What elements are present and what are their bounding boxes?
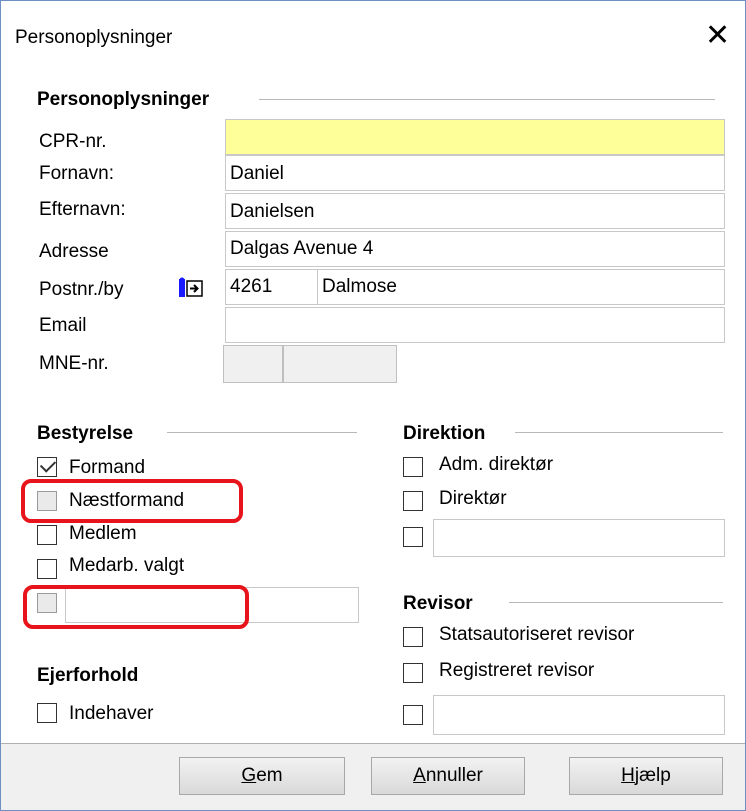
address-lookup-icon[interactable] bbox=[179, 277, 203, 299]
direktion-section-title: Direktion bbox=[403, 423, 492, 445]
window-title: Personoplysninger bbox=[15, 27, 173, 48]
fornavn-input[interactable]: Daniel bbox=[225, 155, 725, 191]
bestyrelse-section-title: Bestyrelse bbox=[37, 423, 140, 445]
adresse-input[interactable]: Dalgas Avenue 4 bbox=[225, 231, 725, 267]
save-label-rest: em bbox=[256, 765, 283, 786]
efternavn-label: Efternavn: bbox=[39, 199, 126, 220]
statsautoriseret-revisor-checkbox[interactable] bbox=[403, 627, 423, 647]
bestyrelse-group-rule bbox=[167, 432, 357, 433]
help-button[interactable]: Hjælp bbox=[569, 757, 723, 795]
person-group-rule bbox=[259, 99, 715, 100]
title-bar: Personoplysninger ✕ bbox=[1, 1, 745, 81]
revisor-section-title: Revisor bbox=[403, 593, 479, 615]
bestyrelse-other-highlight bbox=[23, 585, 249, 629]
medarb-valgt-label: Medarb. valgt bbox=[69, 555, 185, 576]
medlem-label: Medlem bbox=[69, 523, 137, 544]
direktion-other-input[interactable] bbox=[433, 519, 725, 557]
indehaver-checkbox[interactable] bbox=[37, 703, 57, 723]
cancel-label-rest: nnuller bbox=[425, 765, 483, 786]
person-section-title: Personoplysninger bbox=[37, 89, 216, 111]
naestformand-highlight bbox=[21, 479, 243, 523]
revisor-other-checkbox[interactable] bbox=[403, 705, 423, 725]
cpr-input[interactable] bbox=[225, 119, 725, 155]
personoplysninger-dialog: Personoplysninger ✕ Personoplysninger CP… bbox=[0, 0, 746, 811]
registreret-revisor-label: Registreret revisor bbox=[439, 660, 595, 681]
help-mnemonic: H bbox=[621, 765, 635, 786]
save-button[interactable]: Gem bbox=[179, 757, 345, 795]
statsautoriseret-revisor-label: Statsautoriseret revisor bbox=[439, 624, 635, 645]
postnr-label: Postnr./by bbox=[39, 279, 124, 300]
direktoer-checkbox[interactable] bbox=[403, 491, 423, 511]
mne-input-2 bbox=[283, 345, 397, 383]
fornavn-label: Fornavn: bbox=[39, 163, 114, 184]
revisor-group-rule bbox=[509, 602, 723, 603]
close-icon[interactable]: ✕ bbox=[705, 21, 730, 51]
cancel-mnemonic: A bbox=[413, 765, 426, 786]
formand-checkbox[interactable] bbox=[37, 456, 57, 477]
efternavn-input[interactable]: Danielsen bbox=[225, 193, 725, 229]
medlem-checkbox[interactable] bbox=[37, 525, 57, 545]
email-input[interactable] bbox=[225, 307, 725, 343]
medarb-valgt-checkbox[interactable] bbox=[37, 559, 57, 579]
cpr-label: CPR-nr. bbox=[39, 131, 107, 152]
cancel-button[interactable]: Annuller bbox=[371, 757, 525, 795]
adm-direktoer-label: Adm. direktør bbox=[439, 454, 554, 475]
mne-label: MNE-nr. bbox=[39, 353, 109, 374]
ejerforhold-section-title: Ejerforhold bbox=[37, 665, 139, 687]
adresse-label: Adresse bbox=[39, 241, 109, 262]
direktion-other-checkbox[interactable] bbox=[403, 527, 423, 547]
revisor-other-input[interactable] bbox=[433, 695, 725, 735]
direktoer-label: Direktør bbox=[439, 488, 507, 509]
mne-input-1 bbox=[223, 345, 283, 383]
postnr-input[interactable]: 4261 bbox=[225, 269, 319, 305]
formand-label: Formand bbox=[69, 457, 146, 478]
adm-direktoer-checkbox[interactable] bbox=[403, 457, 423, 477]
indehaver-label: Indehaver bbox=[69, 703, 154, 724]
direktion-group-rule bbox=[515, 432, 723, 433]
save-mnemonic: G bbox=[241, 765, 257, 786]
registreret-revisor-checkbox[interactable] bbox=[403, 663, 423, 683]
email-label: Email bbox=[39, 315, 87, 336]
checkmark-icon bbox=[39, 456, 57, 473]
help-label-rest: jælp bbox=[634, 765, 671, 786]
by-input[interactable]: Dalmose bbox=[317, 269, 725, 305]
